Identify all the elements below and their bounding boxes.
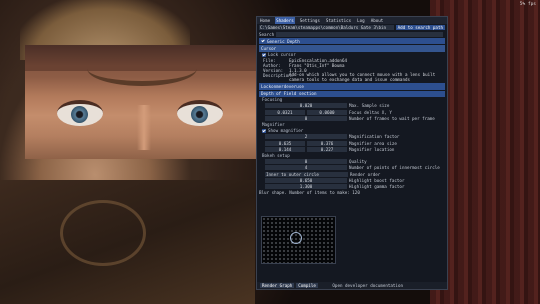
render-graph-button[interactable]: Render Graph	[260, 283, 295, 288]
addon-description-row: Description: Add-on which allows you to c…	[263, 72, 436, 82]
search-row: Search	[257, 31, 447, 37]
generic-depth-header[interactable]: Generic Depth	[259, 38, 445, 45]
compile-button[interactable]: Compile	[296, 283, 318, 288]
character-armor	[0, 180, 255, 304]
bokeh-row-2: 4 Number of points of innermost circle	[257, 165, 447, 171]
path-field[interactable]: C:\Games\Steam\steamapps\common\Baldurs …	[259, 25, 394, 30]
reshade-overlay-window: Home Shaders Settings Statistics Log Abo…	[256, 16, 448, 290]
search-input[interactable]	[276, 31, 443, 37]
checkbox-icon[interactable]	[261, 39, 265, 44]
menu-settings[interactable]: Settings	[299, 17, 321, 24]
documentation-link[interactable]: Open developer documentation	[332, 283, 403, 288]
path-row: C:\Games\Steam\steamapps\common\Baldurs …	[257, 24, 447, 31]
circlet	[87, 51, 197, 86]
left-eye	[57, 100, 103, 126]
bokeh-shape-preview	[261, 216, 336, 264]
nose	[137, 105, 151, 150]
search-label: Search	[259, 31, 275, 37]
checkbox-icon[interactable]	[262, 128, 266, 133]
checkbox-icon[interactable]	[262, 52, 266, 57]
menu-log[interactable]: Log	[356, 17, 366, 24]
add-path-button[interactable]: Add to search path	[395, 25, 445, 30]
menu-about[interactable]: About	[370, 17, 385, 24]
right-eye	[177, 100, 223, 126]
fps-corner-tag: 5% fps	[519, 2, 536, 7]
bottom-bar: Render Graph Compile Open developer docu…	[257, 282, 447, 289]
focusing-row-3: 0 Number of frames to wait per frame	[257, 115, 447, 121]
lock-cursor-label: Lock cursor	[268, 52, 296, 58]
menu-shaders[interactable]: Shaders	[275, 17, 295, 24]
magnifier-view	[25, 45, 262, 159]
section-header-1[interactable]: Lockonmerdeveruse	[259, 83, 445, 90]
cursor-header-label: Cursor	[261, 45, 277, 51]
blur-shape-row: Blur shape. Number of items to make: 120	[259, 190, 360, 196]
render-order-select[interactable]: Inner to outer circle	[265, 171, 348, 177]
menu-home[interactable]: Home	[259, 17, 271, 24]
menu-statistics[interactable]: Statistics	[325, 17, 352, 24]
generic-depth-label: Generic Depth	[267, 38, 300, 44]
menu-bar: Home Shaders Settings Statistics Log Abo…	[257, 17, 447, 24]
